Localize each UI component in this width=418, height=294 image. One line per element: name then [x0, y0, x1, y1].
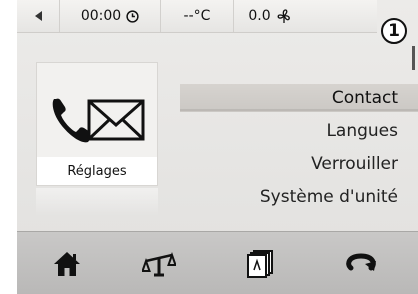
clock-time: 00:00: [80, 8, 122, 24]
menu-item-verrouiller[interactable]: Verrouiller: [311, 150, 398, 178]
menu-item-contact[interactable]: Contact: [180, 84, 418, 112]
scroll-indicator: [412, 46, 415, 70]
back-button[interactable]: [17, 0, 60, 32]
fan-display[interactable]: 0.0: [234, 0, 306, 32]
home-button[interactable]: [27, 232, 107, 294]
screen: 00:00 --°C 0.0 1 Réglages Contact Langue…: [17, 0, 418, 294]
phone-envelope-icon: [49, 89, 147, 155]
return-button[interactable]: [321, 232, 401, 294]
status-bar: 00:00 --°C 0.0: [17, 0, 377, 33]
return-icon: [346, 252, 376, 271]
temperature-display: --°C: [161, 0, 234, 32]
settings-tile[interactable]: Réglages: [36, 62, 158, 186]
balance-scale-icon: [142, 251, 176, 276]
clock-icon: [126, 9, 139, 23]
settings-tile-label: Réglages: [37, 157, 157, 185]
temperature-value: --°C: [183, 8, 211, 24]
balance-button[interactable]: [119, 232, 199, 294]
bottom-bar: [17, 231, 418, 294]
menu-item-langues[interactable]: Langues: [326, 117, 398, 145]
menu-item-systeme-unite[interactable]: Système d'unité: [260, 183, 398, 211]
callout-badge: 1: [381, 18, 407, 44]
menu-item-label: Verrouiller: [311, 154, 398, 174]
menu-item-label: Contact: [331, 88, 398, 108]
clock-display[interactable]: 00:00: [60, 0, 161, 32]
pages-button[interactable]: [220, 232, 300, 294]
back-arrow-icon: [34, 11, 42, 21]
fan-value: 0.0: [248, 8, 271, 24]
menu-divider: [180, 109, 418, 111]
fan-icon: [277, 9, 290, 23]
pages-icon: [247, 249, 273, 278]
menu-item-label: Langues: [326, 121, 398, 141]
menu-item-label: Système d'unité: [259, 187, 398, 207]
home-icon: [54, 251, 80, 276]
tile-reflection: [36, 188, 158, 216]
